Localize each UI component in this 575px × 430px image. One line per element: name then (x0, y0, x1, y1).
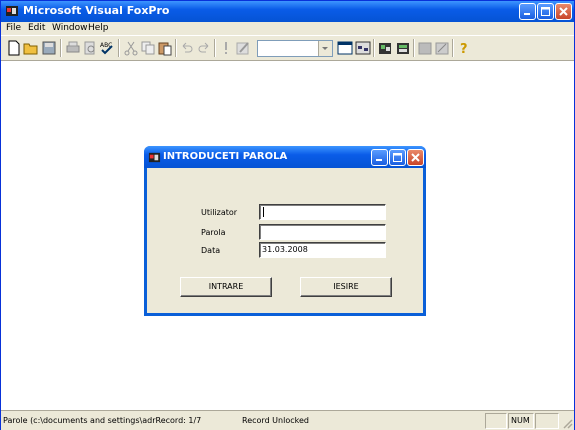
status-num-panel: NUM (508, 413, 534, 429)
help-icon[interactable]: ? (456, 40, 472, 56)
report-designer-icon[interactable] (395, 40, 411, 56)
form-wizard-icon[interactable] (417, 40, 433, 56)
status-panel (485, 413, 507, 429)
print-preview-icon[interactable] (82, 40, 98, 56)
text-cursor (263, 207, 264, 217)
svg-text:?: ? (460, 42, 468, 56)
status-bar: Parole (c:\documents and settings\adrRec… (1, 410, 574, 430)
chevron-down-icon (322, 47, 328, 50)
maximize-button[interactable] (537, 3, 554, 20)
toolbar-separator (452, 39, 454, 57)
minimize-icon (376, 159, 382, 161)
cut-icon[interactable] (123, 40, 139, 56)
password-input[interactable] (259, 224, 386, 240)
toolbar-separator (373, 39, 375, 57)
standard-toolbar: ABC ? (1, 35, 574, 61)
user-label: Utilizator (201, 208, 238, 217)
new-file-icon[interactable] (6, 40, 22, 56)
window-title: Microsoft Visual FoxPro (23, 4, 170, 17)
redo-icon[interactable] (196, 40, 212, 56)
toolbar-separator (413, 39, 415, 57)
maximize-icon (393, 153, 402, 162)
dialog-title: INTRODUCETI PAROLA (163, 151, 288, 162)
foxpro-app-icon (148, 152, 161, 163)
view-window-icon[interactable] (355, 40, 371, 56)
date-value: 31.03.2008 (262, 245, 308, 254)
maximize-icon (541, 7, 550, 16)
menu-file[interactable]: File (6, 23, 21, 33)
run-icon[interactable] (218, 40, 234, 56)
enter-button[interactable]: INTRARE (180, 277, 272, 297)
close-icon (559, 7, 568, 16)
main-window: Microsoft Visual FoxPro File Edit Window… (0, 0, 575, 430)
dialog-minimize-button[interactable] (371, 149, 388, 166)
copy-icon[interactable] (140, 40, 156, 56)
dialog-maximize-button[interactable] (389, 149, 406, 166)
menu-window[interactable]: Window (52, 23, 88, 33)
undo-icon[interactable] (179, 40, 195, 56)
date-input[interactable]: 31.03.2008 (259, 242, 386, 258)
menu-bar: File Edit Window Help (1, 22, 574, 35)
resize-grip-icon[interactable] (561, 417, 573, 429)
exit-button[interactable]: IESIRE (300, 277, 392, 297)
status-table-info: Parole (c:\documents and settings\adrRec… (3, 416, 202, 425)
toolbar-separator (60, 39, 62, 57)
password-label: Parola (201, 228, 226, 237)
save-icon[interactable] (41, 40, 57, 56)
toolbar-separator (175, 39, 177, 57)
foxpro-app-icon (6, 6, 18, 16)
dialog-title-bar[interactable]: INTRODUCETI PAROLA (144, 146, 426, 168)
dialog-close-button[interactable] (407, 149, 424, 166)
print-icon[interactable] (65, 40, 81, 56)
minimize-icon (524, 13, 530, 15)
open-folder-icon[interactable] (23, 40, 39, 56)
status-record-lock: Record Unlocked (242, 416, 309, 425)
date-label: Data (201, 246, 221, 255)
status-panel (535, 413, 559, 429)
menu-edit[interactable]: Edit (28, 23, 45, 33)
dialog-body: Utilizator Parola Data 31.03.2008 INTRAR… (147, 168, 423, 313)
command-window-icon[interactable] (337, 40, 353, 56)
database-designer-icon[interactable] (377, 40, 393, 56)
title-bar[interactable]: Microsoft Visual FoxPro (1, 1, 574, 22)
minimize-button[interactable] (519, 3, 536, 20)
user-input[interactable] (259, 204, 386, 220)
close-icon (411, 153, 420, 162)
toolbar-separator (118, 39, 120, 57)
close-button[interactable] (555, 3, 572, 20)
spelling-icon[interactable]: ABC (99, 40, 115, 56)
menu-help[interactable]: Help (88, 23, 109, 33)
login-dialog: INTRODUCETI PAROLA Utilizator Parola Dat… (144, 146, 426, 316)
database-combo[interactable] (257, 40, 333, 57)
modify-form-icon[interactable] (235, 40, 251, 56)
combo-dropdown-button[interactable] (318, 41, 332, 56)
report-wizard-icon[interactable] (434, 40, 450, 56)
status-num: NUM (511, 416, 530, 425)
toolbar-separator (214, 39, 216, 57)
paste-icon[interactable] (157, 40, 173, 56)
